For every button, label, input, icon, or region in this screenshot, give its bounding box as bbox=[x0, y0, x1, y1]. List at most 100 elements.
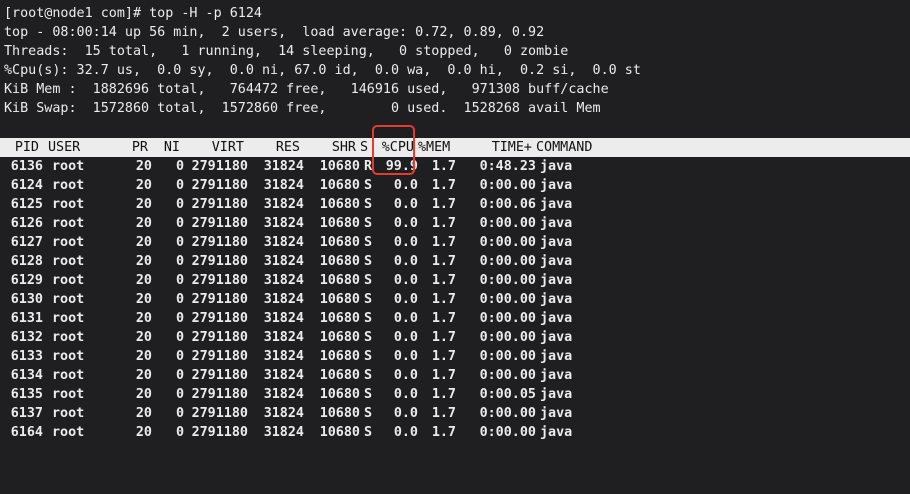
cell-ni: 0 bbox=[175, 406, 184, 421]
process-table-header: PID USER PR NI VIRT RES SHR S %CPU %MEM … bbox=[0, 138, 910, 157]
table-row: 6132 root 20 0 2791180 31824 10680 S 0.0 1.7 0:00.… bbox=[4, 328, 910, 347]
cell-pid: 6133 bbox=[10, 349, 43, 364]
cell-virt: 2791180 bbox=[191, 216, 248, 231]
cell-res: 31824 bbox=[263, 311, 304, 326]
cell-user: root bbox=[52, 197, 85, 212]
column-header-pr: PR bbox=[131, 140, 148, 155]
table-row: 6125 root 20 0 2791180 31824 10680 S 0.0 1.7 0:00.… bbox=[4, 195, 910, 214]
cell-mem: 1.7 bbox=[431, 254, 456, 269]
cell-pr: 20 bbox=[135, 292, 152, 307]
cell-ni: 0 bbox=[175, 387, 184, 402]
cell-time: 0:00.00 bbox=[479, 292, 536, 307]
table-row: 6128 root 20 0 2791180 31824 10680 S 0.0 1.7 0:00.… bbox=[4, 252, 910, 271]
cell-pr: 20 bbox=[135, 349, 152, 364]
top-uptime-line: top - 08:00:14 up 56 min, 2 users, load … bbox=[4, 25, 545, 40]
column-header-cpu: %CPU bbox=[381, 140, 414, 155]
cell-res: 31824 bbox=[263, 235, 304, 250]
cell-mem: 1.7 bbox=[431, 406, 456, 421]
cell-virt: 2791180 bbox=[191, 368, 248, 383]
cell-cpu: 0.0 bbox=[393, 387, 418, 402]
cell-pr: 20 bbox=[135, 235, 152, 250]
cell-pr: 20 bbox=[135, 368, 152, 383]
cell-s: S bbox=[364, 406, 373, 421]
cell-virt: 2791180 bbox=[191, 178, 248, 193]
cell-virt: 2791180 bbox=[191, 406, 248, 421]
cell-command: java bbox=[540, 368, 573, 383]
cell-res: 31824 bbox=[263, 178, 304, 193]
cell-shr: 10680 bbox=[319, 368, 360, 383]
terminal-window[interactable]: [root@node1 com]# top -H -p 6124 top - 0… bbox=[0, 4, 910, 442]
cell-user: root bbox=[52, 311, 85, 326]
cell-pr: 20 bbox=[135, 330, 152, 345]
cell-command: java bbox=[540, 387, 573, 402]
cell-pr: 20 bbox=[135, 311, 152, 326]
cell-mem: 1.7 bbox=[431, 425, 456, 440]
cell-command: java bbox=[540, 425, 573, 440]
process-table-body: 6136 root 20 0 2791180 31824 10680 R 99.9 1.7 0:48… bbox=[4, 157, 910, 442]
cell-ni: 0 bbox=[175, 349, 184, 364]
cell-cpu: 0.0 bbox=[393, 406, 418, 421]
cell-shr: 10680 bbox=[319, 406, 360, 421]
cell-pid: 6134 bbox=[10, 368, 43, 383]
cell-res: 31824 bbox=[263, 406, 304, 421]
cell-res: 31824 bbox=[263, 349, 304, 364]
cell-user: root bbox=[52, 235, 85, 250]
cell-shr: 10680 bbox=[319, 273, 360, 288]
cell-res: 31824 bbox=[263, 292, 304, 307]
column-header-res: RES bbox=[275, 140, 300, 155]
cell-shr: 10680 bbox=[319, 216, 360, 231]
cell-virt: 2791180 bbox=[191, 197, 248, 212]
column-header-pid: PID bbox=[14, 140, 39, 155]
cell-pid: 6131 bbox=[10, 311, 43, 326]
column-header-ni: NI bbox=[163, 140, 180, 155]
cell-pid: 6135 bbox=[10, 387, 43, 402]
cell-res: 31824 bbox=[263, 368, 304, 383]
cell-virt: 2791180 bbox=[191, 311, 248, 326]
cell-ni: 0 bbox=[175, 235, 184, 250]
cell-pr: 20 bbox=[135, 425, 152, 440]
cell-time: 0:00.00 bbox=[479, 254, 536, 269]
cell-pid: 6128 bbox=[10, 254, 43, 269]
cell-time: 0:00.00 bbox=[479, 425, 536, 440]
cell-cpu: 0.0 bbox=[393, 349, 418, 364]
table-row: 6134 root 20 0 2791180 31824 10680 S 0.0 1.7 0:00.… bbox=[4, 366, 910, 385]
cell-cpu: 0.0 bbox=[393, 235, 418, 250]
cell-mem: 1.7 bbox=[431, 273, 456, 288]
cell-pid: 6137 bbox=[10, 406, 43, 421]
cell-pid: 6124 bbox=[10, 178, 43, 193]
cell-ni: 0 bbox=[175, 330, 184, 345]
cell-cpu: 0.0 bbox=[393, 425, 418, 440]
cell-virt: 2791180 bbox=[191, 349, 248, 364]
cell-command: java bbox=[540, 216, 573, 231]
cell-s: S bbox=[364, 235, 373, 250]
cell-ni: 0 bbox=[175, 273, 184, 288]
cell-mem: 1.7 bbox=[431, 349, 456, 364]
table-row: 6124 root 20 0 2791180 31824 10680 S 0.0 1.7 0:00.… bbox=[4, 176, 910, 195]
cell-ni: 0 bbox=[175, 254, 184, 269]
cell-pid: 6132 bbox=[10, 330, 43, 345]
cell-time: 0:00.05 bbox=[479, 387, 536, 402]
cell-user: root bbox=[52, 330, 85, 345]
cell-time: 0:48.23 bbox=[479, 159, 536, 174]
cell-pr: 20 bbox=[135, 216, 152, 231]
cell-time: 0:00.00 bbox=[479, 330, 536, 345]
cell-shr: 10680 bbox=[319, 159, 360, 174]
cell-time: 0:00.06 bbox=[479, 197, 536, 212]
cell-user: root bbox=[52, 159, 85, 174]
cell-time: 0:00.00 bbox=[479, 235, 536, 250]
cell-pr: 20 bbox=[135, 387, 152, 402]
cell-shr: 10680 bbox=[319, 311, 360, 326]
cell-mem: 1.7 bbox=[431, 235, 456, 250]
column-header-command: COMMAND bbox=[536, 140, 593, 155]
cell-res: 31824 bbox=[263, 216, 304, 231]
cell-mem: 1.7 bbox=[431, 330, 456, 345]
cell-pr: 20 bbox=[135, 406, 152, 421]
cell-mem: 1.7 bbox=[431, 197, 456, 212]
table-row: 6133 root 20 0 2791180 31824 10680 S 0.0 1.7 0:00.… bbox=[4, 347, 910, 366]
cell-res: 31824 bbox=[263, 425, 304, 440]
cell-virt: 2791180 bbox=[191, 387, 248, 402]
cell-command: java bbox=[540, 349, 573, 364]
cell-s: S bbox=[364, 197, 373, 212]
table-row: 6130 root 20 0 2791180 31824 10680 S 0.0 1.7 0:00.… bbox=[4, 290, 910, 309]
cell-s: S bbox=[364, 178, 373, 193]
